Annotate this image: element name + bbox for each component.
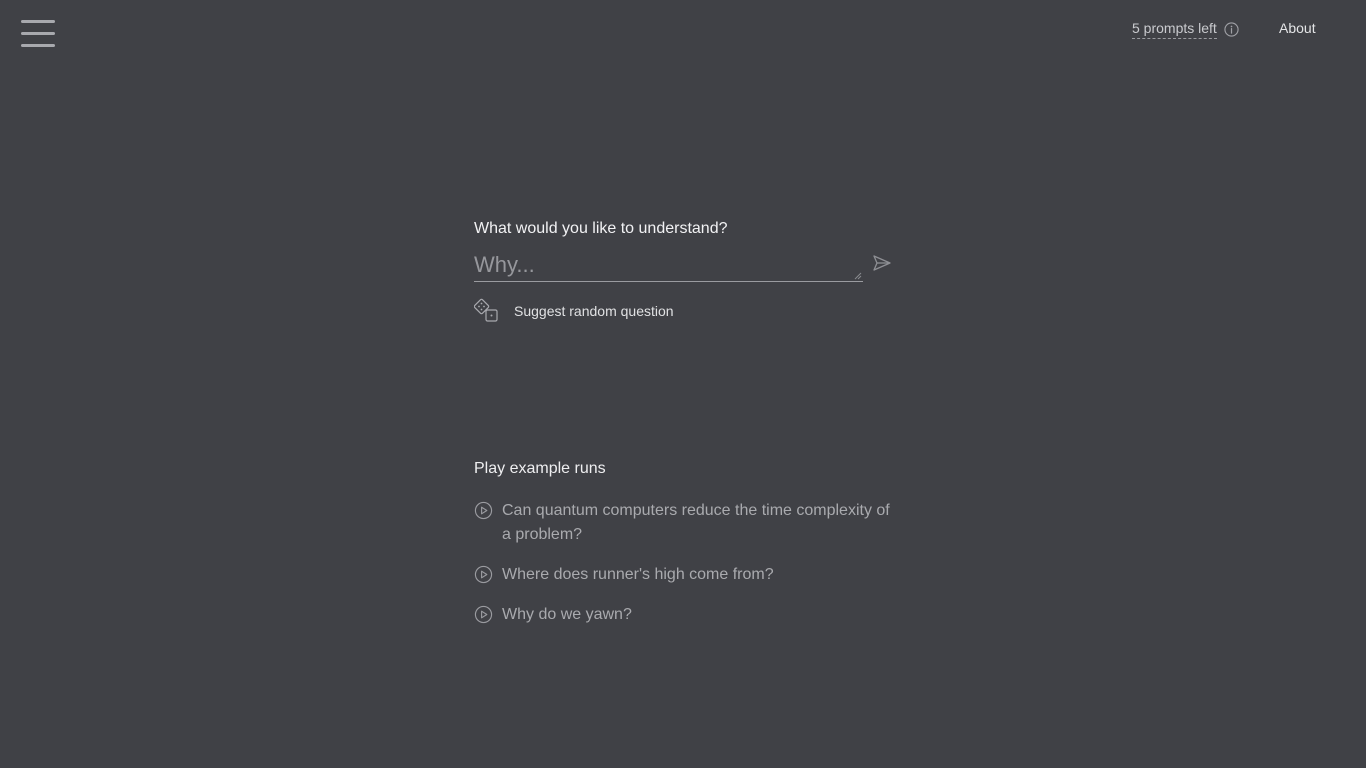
example-run-item[interactable]: Can quantum computers reduce the time co… (474, 499, 894, 547)
play-circle-icon (474, 565, 493, 584)
example-runs: Play example runs Can quantum computers … (474, 459, 894, 643)
ask-panel: What would you like to understand? Why..… (474, 219, 894, 324)
hamburger-icon[interactable] (21, 19, 55, 49)
dice-icon (474, 298, 498, 322)
example-run-item[interactable]: Why do we yawn? (474, 603, 894, 627)
suggest-random-question-button[interactable]: Suggest random question (474, 298, 894, 324)
example-runs-title: Play example runs (474, 460, 606, 477)
example-run-item[interactable]: Where does runner's high come from? (474, 563, 894, 587)
menu-bar (21, 20, 55, 23)
about-link[interactable]: About (1279, 20, 1316, 37)
play-circle-icon (474, 501, 493, 520)
example-run-label[interactable]: Where does runner's high come from? (502, 563, 892, 587)
prompts-left-indicator[interactable]: 5 prompts left (1132, 19, 1239, 39)
question-label: What would you like to understand? (474, 220, 728, 237)
question-input-row (474, 251, 894, 282)
question-input[interactable] (474, 251, 863, 279)
play-circle-icon (474, 605, 493, 624)
send-icon[interactable] (872, 253, 892, 273)
question-input-wrapper (474, 251, 863, 282)
info-icon[interactable] (1224, 21, 1239, 37)
page: 5 prompts left About What would you like… (0, 0, 1366, 768)
prompts-left-text[interactable]: 5 prompts left (1132, 20, 1217, 39)
example-run-label[interactable]: Why do we yawn? (502, 603, 892, 627)
menu-bar (21, 32, 55, 35)
menu-bar (21, 44, 55, 47)
example-run-label[interactable]: Can quantum computers reduce the time co… (502, 499, 892, 547)
suggest-random-question-label: Suggest random question (514, 303, 674, 319)
resize-grip-icon[interactable] (854, 272, 862, 280)
